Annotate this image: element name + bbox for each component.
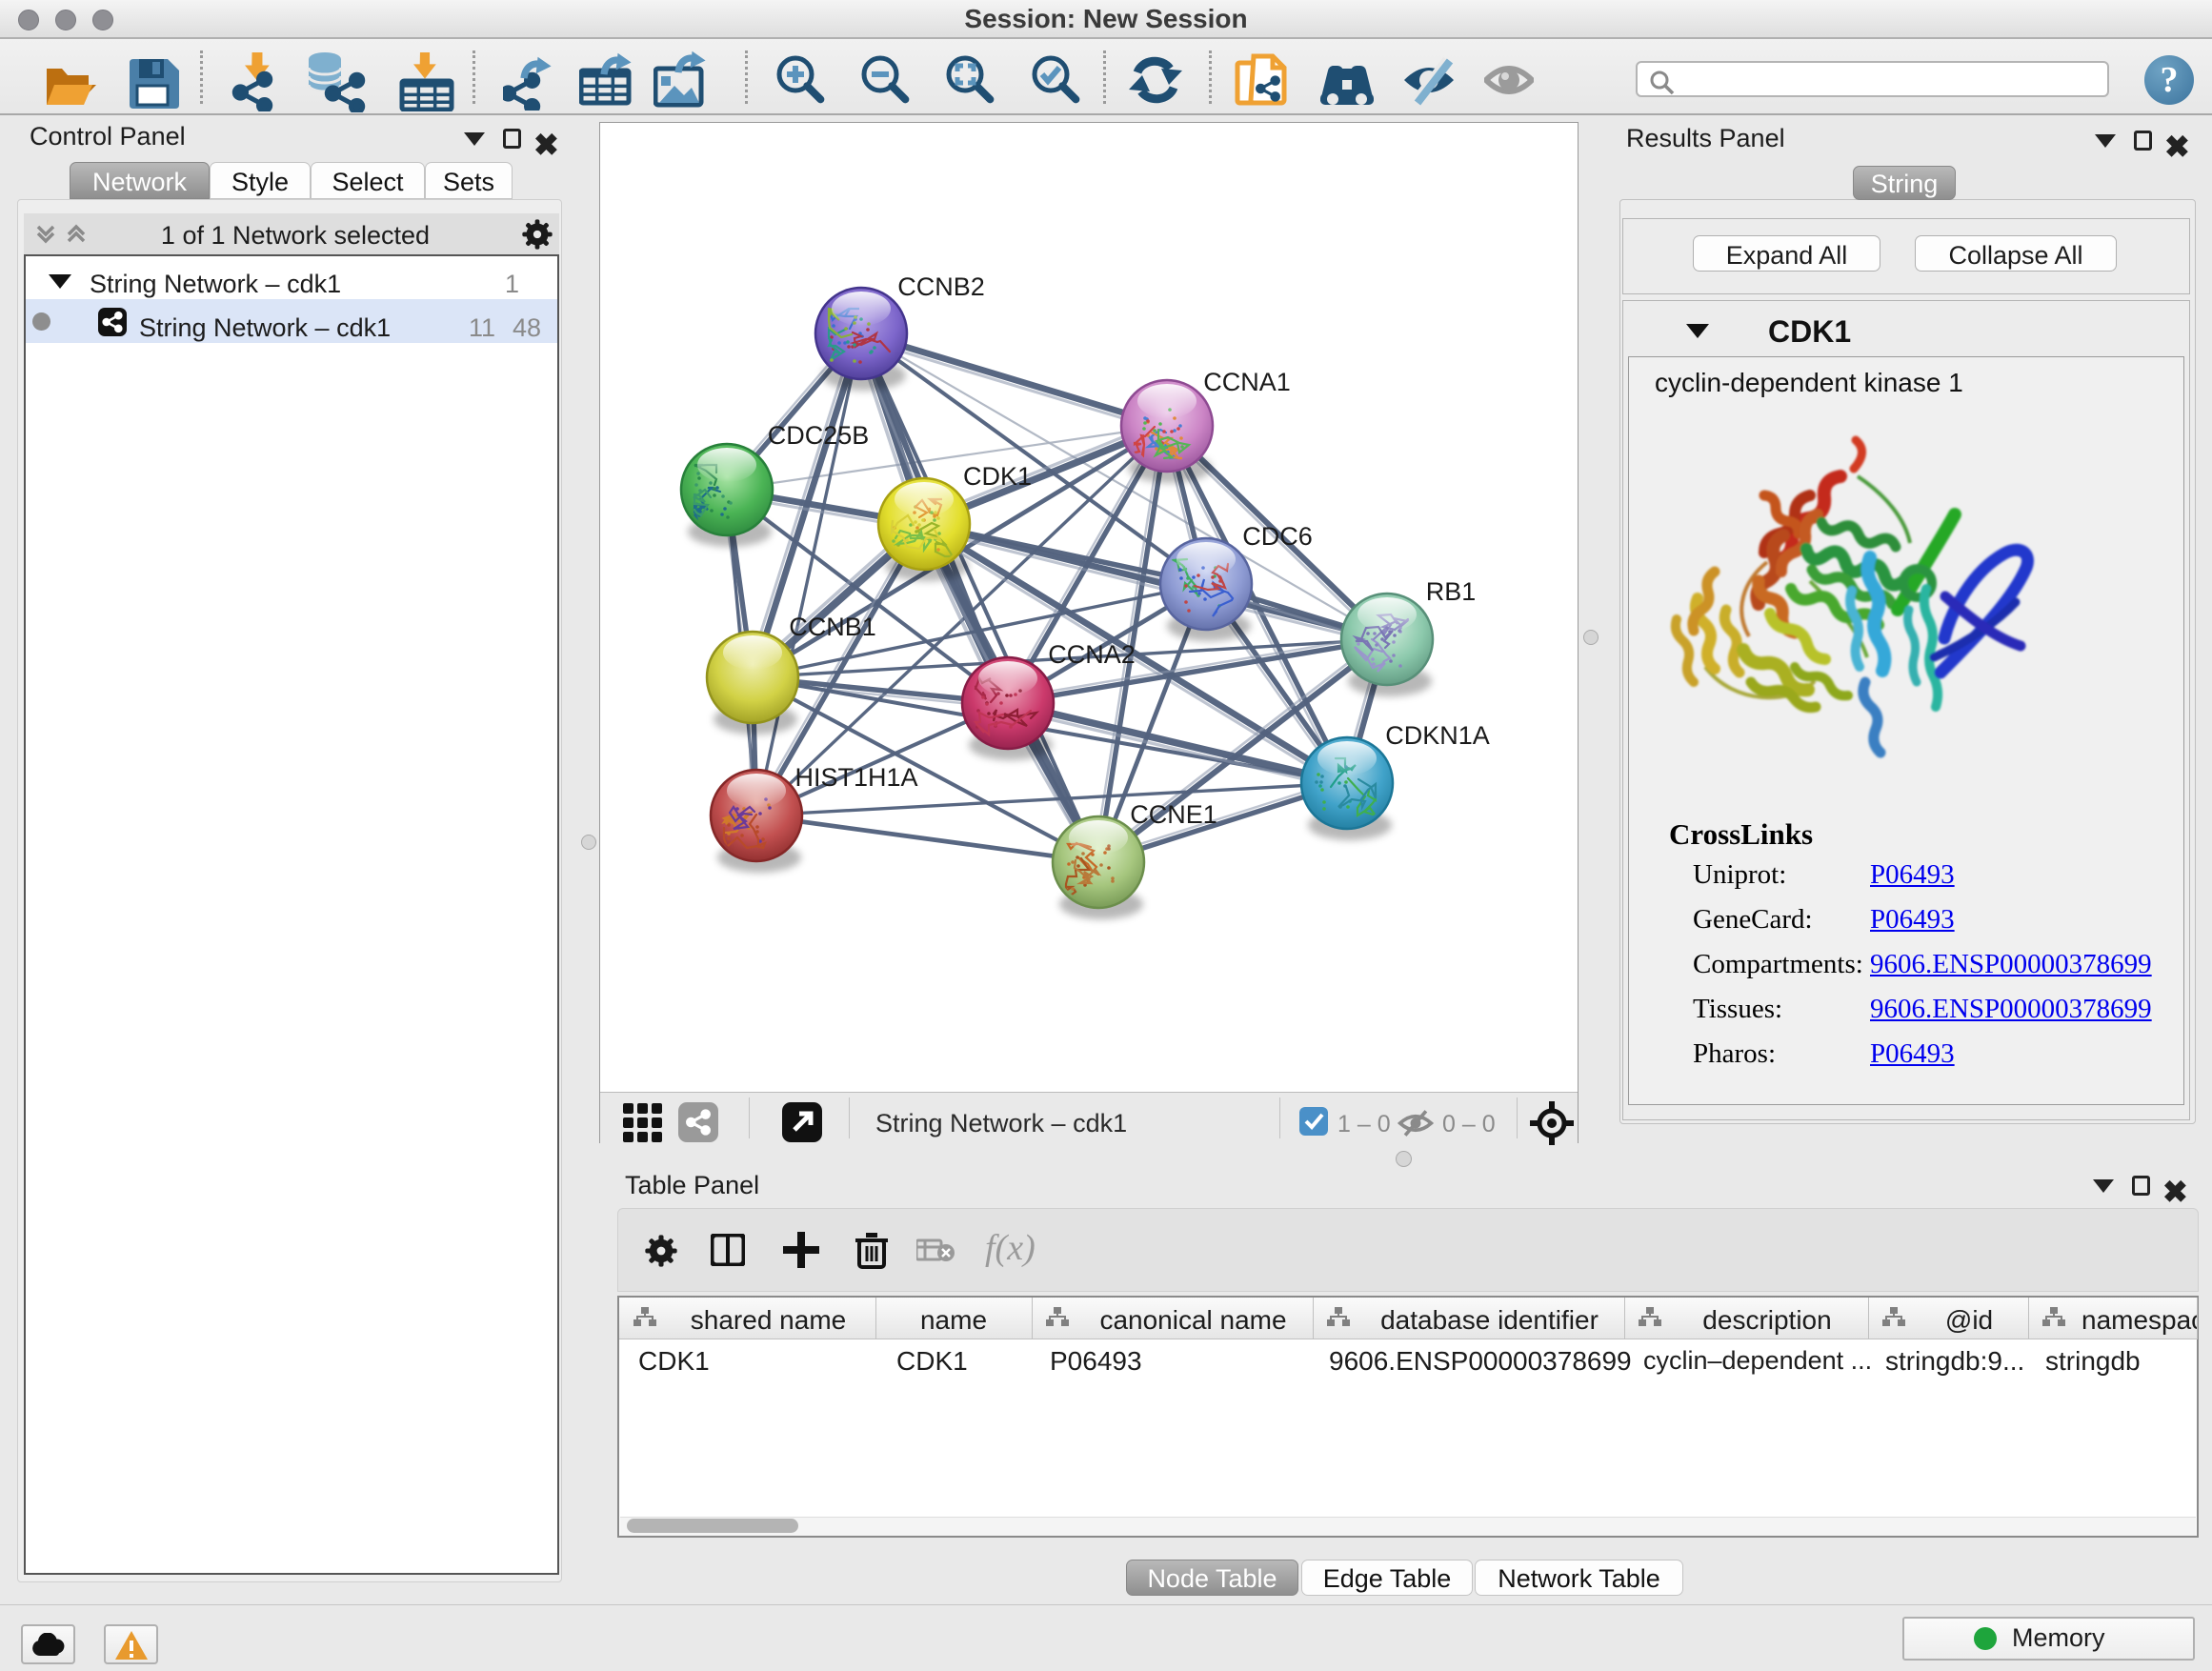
svg-text:CDC6: CDC6 [1242, 522, 1313, 551]
svg-text:CCNA1: CCNA1 [1203, 368, 1291, 396]
svg-text:CCNB2: CCNB2 [897, 272, 985, 301]
svg-text:CCNE1: CCNE1 [1130, 800, 1217, 829]
svg-text:CDC25B: CDC25B [768, 421, 870, 450]
svg-text:CCNA2: CCNA2 [1048, 640, 1136, 669]
svg-text:CDKN1A: CDKN1A [1385, 721, 1490, 750]
svg-text:CDK1: CDK1 [963, 462, 1032, 491]
svg-text:CCNB1: CCNB1 [789, 613, 876, 641]
svg-text:HIST1H1A: HIST1H1A [794, 763, 917, 792]
svg-text:RB1: RB1 [1426, 577, 1477, 606]
